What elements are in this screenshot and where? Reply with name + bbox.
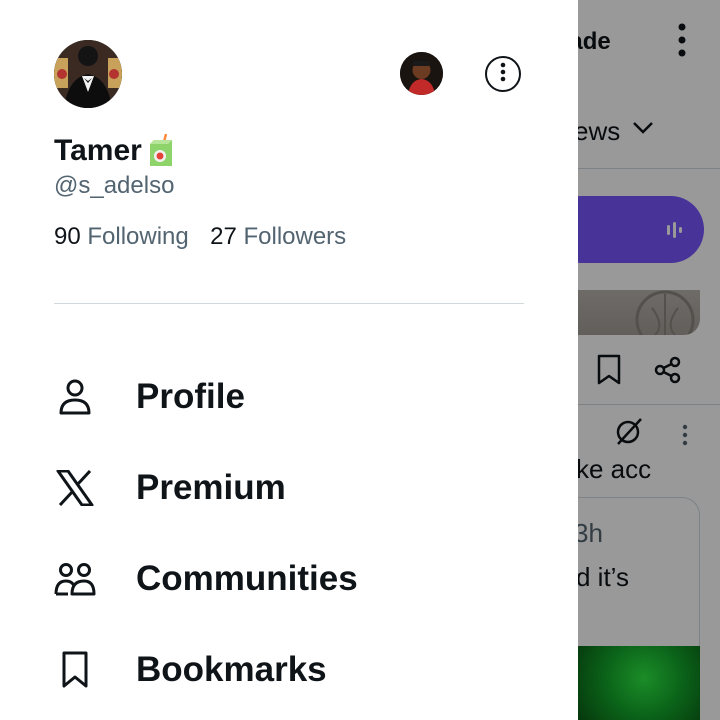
bookmark-icon (54, 649, 96, 691)
x-logo-icon (54, 467, 96, 509)
side-drawer: Tamer 🧃 @s_adelso 90 Following 27 Follow… (0, 0, 578, 720)
person-icon (54, 376, 96, 418)
juice-box-emoji: 🧃 (148, 134, 174, 168)
menu-label: Profile (136, 377, 245, 416)
divider (54, 303, 524, 304)
followers-link[interactable]: 27 Followers (210, 223, 346, 250)
profile-handle: @s_adelso (54, 172, 175, 199)
followers-count: 27 (210, 223, 237, 250)
profile-name[interactable]: Tamer 🧃 (54, 134, 174, 168)
communities-icon (54, 558, 96, 600)
profile-avatar[interactable] (54, 40, 122, 108)
menu-item-premium[interactable]: Premium (54, 460, 524, 516)
following-count: 90 (54, 223, 81, 250)
follow-stats: 90 Following 27 Followers (54, 223, 346, 251)
menu-item-bookmarks[interactable]: Bookmarks (54, 642, 524, 698)
display-name: Tamer (54, 134, 142, 167)
menu-item-communities[interactable]: Communities (54, 551, 524, 607)
more-options-button[interactable] (485, 56, 521, 92)
account-switcher-avatar[interactable] (400, 52, 443, 95)
following-label: Following (87, 223, 189, 250)
more-vertical-icon (500, 62, 506, 87)
menu-label: Communities (136, 559, 358, 598)
following-link[interactable]: 90 Following (54, 223, 189, 250)
menu-item-profile[interactable]: Profile (54, 369, 524, 425)
menu-label: Bookmarks (136, 650, 327, 689)
menu-label: Premium (136, 468, 286, 507)
followers-label: Followers (243, 223, 347, 250)
